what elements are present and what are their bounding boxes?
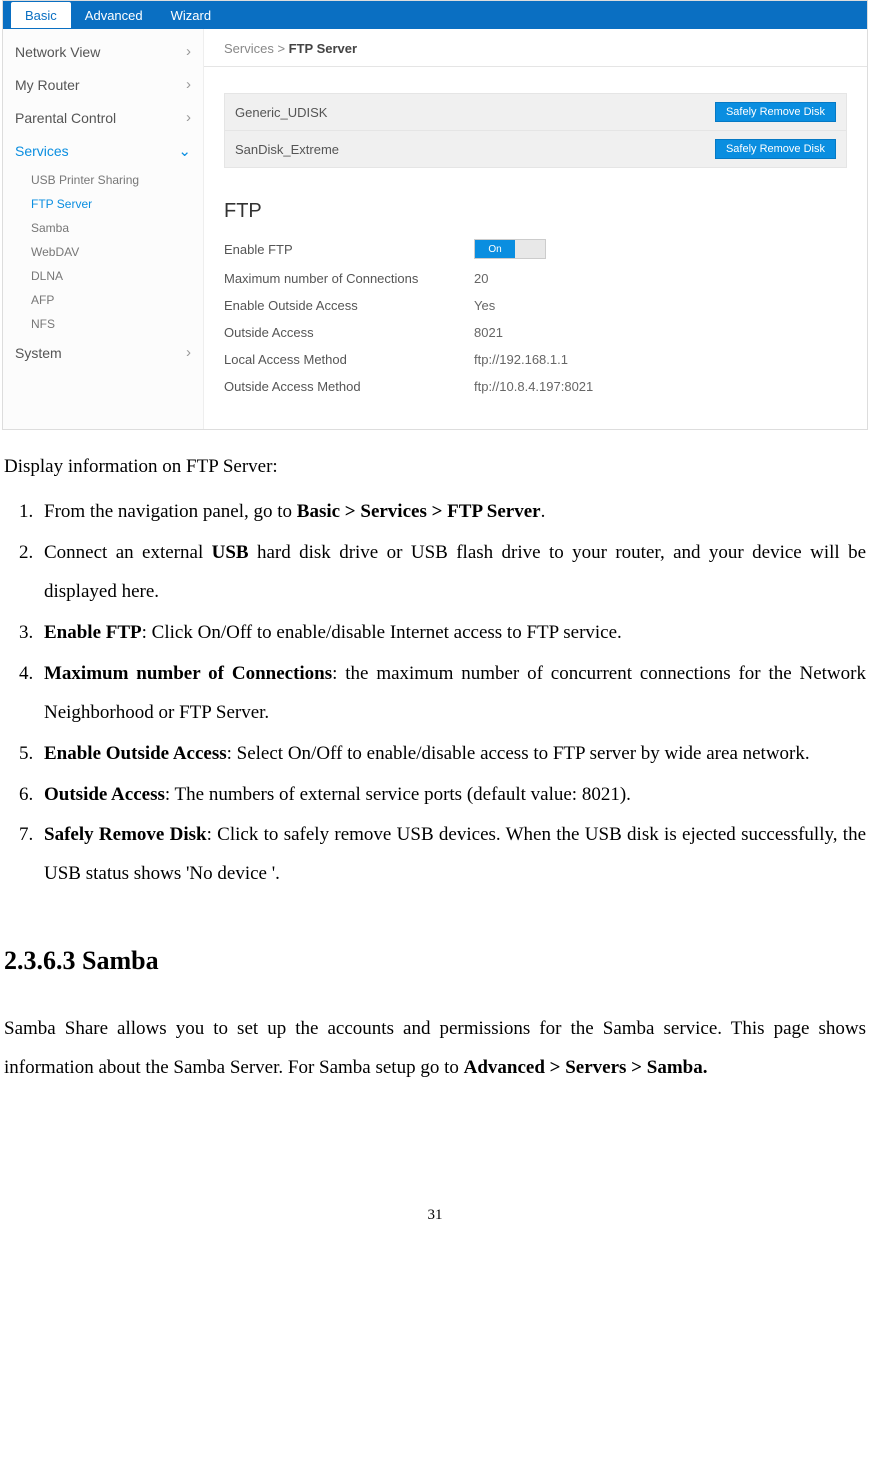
subnav-afp[interactable]: AFP bbox=[27, 288, 203, 312]
setting-value: 8021 bbox=[474, 325, 503, 340]
list-item: Safely Remove Disk: Click to safely remo… bbox=[38, 816, 866, 894]
section-title: FTP bbox=[204, 186, 867, 233]
safely-remove-disk-button[interactable]: Safely Remove Disk bbox=[715, 102, 836, 122]
sidebar-item-my-router[interactable]: My Router › bbox=[3, 68, 203, 101]
disk-name: SanDisk_Extreme bbox=[235, 142, 339, 157]
setting-row: Local Access Methodftp://192.168.1.1 bbox=[224, 346, 847, 373]
router-ui-screenshot: Basic Advanced Wizard Network View › My R… bbox=[2, 0, 868, 430]
disk-row: SanDisk_Extreme Safely Remove Disk bbox=[225, 131, 846, 167]
instruction-list: From the navigation panel, go to Basic >… bbox=[4, 493, 866, 894]
intro-text: Display information on FTP Server: bbox=[4, 448, 866, 487]
setting-row: Maximum number of Connections20 bbox=[224, 265, 847, 292]
safely-remove-disk-button[interactable]: Safely Remove Disk bbox=[715, 139, 836, 159]
sidebar-item-label: Parental Control bbox=[15, 110, 116, 126]
chevron-down-icon: ⌄ bbox=[178, 142, 191, 160]
subnav-webdav[interactable]: WebDAV bbox=[27, 240, 203, 264]
setting-value: Yes bbox=[474, 298, 495, 313]
sidebar-item-label: My Router bbox=[15, 77, 80, 93]
sidebar-item-label: System bbox=[15, 345, 62, 361]
setting-label: Outside Access Method bbox=[224, 379, 474, 394]
setting-value: ftp://192.168.1.1 bbox=[474, 352, 568, 367]
list-item: Maximum number of Connections: the maxim… bbox=[38, 655, 866, 733]
list-item: Outside Access: The numbers of external … bbox=[38, 776, 866, 815]
samba-intro: Samba Share allows you to set up the acc… bbox=[4, 1010, 866, 1088]
setting-label: Local Access Method bbox=[224, 352, 474, 367]
tab-wizard[interactable]: Wizard bbox=[157, 2, 225, 28]
chevron-right-icon: › bbox=[186, 76, 191, 93]
disk-row: Generic_UDISK Safely Remove Disk bbox=[225, 94, 846, 131]
subnav-nfs[interactable]: NFS bbox=[27, 312, 203, 336]
sidebar-subnav: USB Printer Sharing FTP Server Samba Web… bbox=[3, 168, 203, 336]
setting-row: Outside Access8021 bbox=[224, 319, 847, 346]
document-body: Display information on FTP Server: From … bbox=[2, 448, 868, 1087]
ftp-settings: Enable FTP On Maximum number of Connecti… bbox=[204, 233, 867, 400]
setting-row: Enable FTP On bbox=[224, 233, 847, 265]
list-item: Enable Outside Access: Select On/Off to … bbox=[38, 735, 866, 774]
breadcrumb-current: FTP Server bbox=[289, 41, 357, 56]
setting-label: Enable FTP bbox=[224, 242, 474, 257]
sidebar: Network View › My Router › Parental Contro… bbox=[3, 29, 204, 429]
setting-label: Maximum number of Connections bbox=[224, 271, 474, 286]
chevron-right-icon: › bbox=[186, 43, 191, 60]
setting-value: ftp://10.8.4.197:8021 bbox=[474, 379, 593, 394]
disk-list: Generic_UDISK Safely Remove Disk SanDisk… bbox=[224, 93, 847, 168]
setting-label: Outside Access bbox=[224, 325, 474, 340]
toggle-on-label: On bbox=[475, 240, 515, 258]
sidebar-item-label: Network View bbox=[15, 44, 100, 60]
subnav-ftp-server[interactable]: FTP Server bbox=[27, 192, 203, 216]
section-heading: 2.3.6.3 Samba bbox=[4, 934, 866, 987]
subnav-usb-printer[interactable]: USB Printer Sharing bbox=[27, 168, 203, 192]
sidebar-item-system[interactable]: System › bbox=[3, 336, 203, 369]
breadcrumb: Services > FTP Server bbox=[204, 29, 867, 67]
list-item: Enable FTP: Click On/Off to enable/disab… bbox=[38, 614, 866, 653]
chevron-right-icon: › bbox=[186, 344, 191, 361]
list-item: Connect an external USB hard disk drive … bbox=[38, 534, 866, 612]
sidebar-item-network-view[interactable]: Network View › bbox=[3, 35, 203, 68]
sidebar-item-services[interactable]: Services ⌄ bbox=[3, 134, 203, 168]
setting-row: Enable Outside AccessYes bbox=[224, 292, 847, 319]
disk-name: Generic_UDISK bbox=[235, 105, 327, 120]
subnav-dlna[interactable]: DLNA bbox=[27, 264, 203, 288]
chevron-right-icon: › bbox=[186, 109, 191, 126]
toggle-off-spacer bbox=[515, 240, 545, 258]
tab-basic[interactable]: Basic bbox=[11, 2, 71, 28]
sidebar-item-parental-control[interactable]: Parental Control › bbox=[3, 101, 203, 134]
content-pane: Services > FTP Server Generic_UDISK Safe… bbox=[204, 29, 867, 429]
breadcrumb-parent: Services > bbox=[224, 41, 289, 56]
setting-value: 20 bbox=[474, 271, 488, 286]
list-item: From the navigation panel, go to Basic >… bbox=[38, 493, 866, 532]
tab-advanced[interactable]: Advanced bbox=[71, 2, 157, 28]
sidebar-item-label: Services bbox=[15, 143, 69, 159]
enable-ftp-toggle[interactable]: On bbox=[474, 239, 546, 259]
top-tabs: Basic Advanced Wizard bbox=[3, 1, 867, 29]
subnav-samba[interactable]: Samba bbox=[27, 216, 203, 240]
page-number: 31 bbox=[2, 1207, 868, 1224]
setting-label: Enable Outside Access bbox=[224, 298, 474, 313]
setting-row: Outside Access Methodftp://10.8.4.197:80… bbox=[224, 373, 847, 400]
